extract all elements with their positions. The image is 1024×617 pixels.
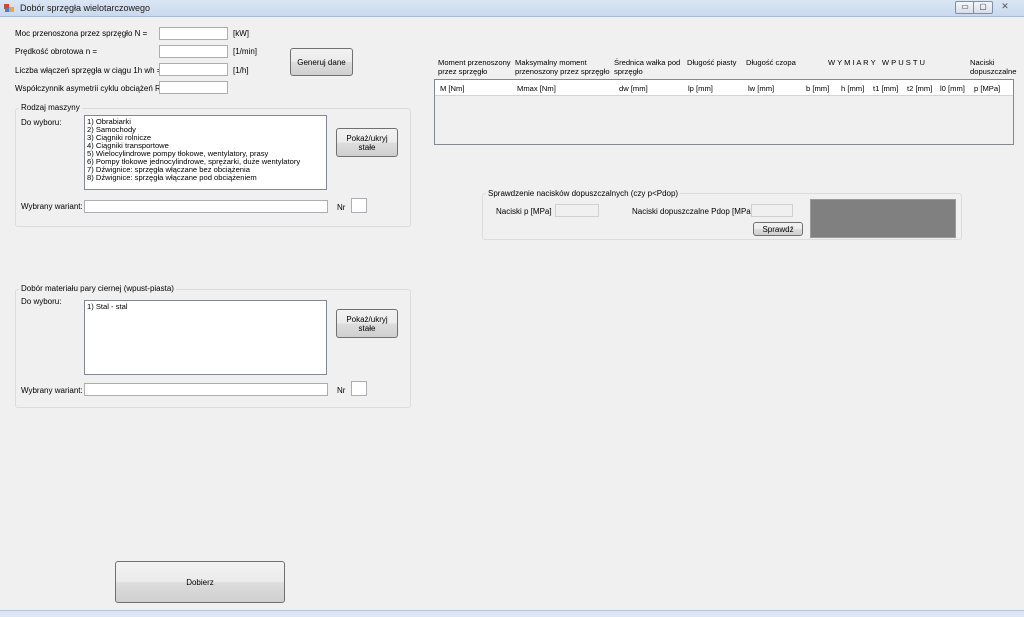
header-moment: Moment przenoszony przez sprzęgło [438, 58, 511, 76]
header-key-dimensions: W Y M I A R Y W P U S T U [828, 58, 925, 67]
asymmetry-label: Współczynnik asymetrii cyklu obciążeń R … [15, 84, 168, 93]
header-hub-length: Długość piasty [687, 58, 737, 67]
header-allowable-pressure: Naciski dopuszczalne [970, 58, 1017, 76]
pressure-check-title: Sprawdzenie nacisków dopuszczalnych (czy… [486, 189, 681, 198]
col-header-m[interactable]: M [Nm] [440, 84, 464, 93]
material-selected-input[interactable] [84, 383, 328, 396]
header-max-moment: Maksymalny moment przenoszony przez sprz… [515, 58, 610, 76]
engagements-label: Liczba włączeń sprzęgła w ciągu 1h wh = [15, 66, 162, 75]
grid-header-row: M [Nm] Mmax [Nm] dw [mm] lp [mm] lw [mm]… [435, 80, 1013, 96]
machine-toggle-constants-button[interactable]: Pokaż/ukryj stałe [336, 128, 398, 157]
machine-nr-label: Nr [337, 203, 346, 212]
material-toggle-constants-button[interactable]: Pokaż/ukryj stałe [336, 309, 398, 338]
check-button[interactable]: Sprawdź [753, 222, 803, 236]
col-header-b[interactable]: b [mm] [806, 84, 829, 93]
material-selected-label: Wybrany wariant: [21, 386, 83, 395]
machine-choose-label: Do wyboru: [21, 118, 62, 127]
close-button[interactable]: ✕ [996, 1, 1014, 12]
pressure-pdop-output [751, 204, 793, 217]
col-header-t1[interactable]: t1 [mm] [873, 84, 898, 93]
restore-button[interactable]: ▢ [973, 1, 993, 14]
minimize-button[interactable]: ▭ [955, 1, 975, 14]
col-header-t2[interactable]: t2 [mm] [907, 84, 932, 93]
app-icon [4, 4, 14, 12]
result-indicator [810, 199, 956, 238]
material-group-title: Dobór materiału pary ciernej (wpust-pias… [19, 284, 176, 293]
col-header-h[interactable]: h [mm] [841, 84, 864, 93]
header-journal-length: Długość czopa [746, 58, 796, 67]
col-header-lp[interactable]: lp [mm] [688, 84, 713, 93]
material-nr-label: Nr [337, 386, 346, 395]
pressure-p-output [555, 204, 599, 217]
power-label: Moc przenoszona przez sprzęgło N = [15, 29, 148, 38]
results-grid[interactable]: M [Nm] Mmax [Nm] dw [mm] lp [mm] lw [mm]… [434, 79, 1014, 145]
col-header-l0[interactable]: l0 [mm] [940, 84, 965, 93]
select-button[interactable]: Dobierz [115, 561, 285, 603]
machine-nr-input[interactable] [351, 198, 367, 213]
machine-selected-label: Wybrany wariant: [21, 202, 83, 211]
list-item[interactable]: 8) Dźwignice: sprzęgła włączane pod obci… [87, 174, 324, 182]
window-title: Dobór sprzęgła wielotarczowego [20, 3, 151, 13]
engagements-input[interactable] [159, 63, 228, 76]
machine-type-group-title: Rodzaj maszyny [19, 103, 82, 112]
material-nr-input[interactable] [351, 381, 367, 396]
col-header-lw[interactable]: lw [mm] [748, 84, 774, 93]
generate-data-button[interactable]: Generuj dane [290, 48, 353, 76]
machine-type-list[interactable]: 1) Obrabiarki 2) Samochody 3) Ciągniki r… [84, 115, 327, 190]
speed-input[interactable] [159, 45, 228, 58]
header-shaft-diameter: Średnica wałka pod sprzęgło [614, 58, 681, 76]
col-header-dw[interactable]: dw [mm] [619, 84, 648, 93]
material-list[interactable]: 1) Stal - stal [84, 300, 327, 375]
title-bar: Dobór sprzęgła wielotarczowego ▭ ▢ ✕ [0, 0, 1024, 17]
speed-unit: [1/min] [233, 47, 258, 56]
speed-label: Prędkość obrotowa n = [15, 47, 98, 56]
material-choose-label: Do wyboru: [21, 297, 62, 306]
pressure-p-label: Naciski p [MPa] [496, 207, 552, 216]
engagements-unit: [1/h] [233, 66, 249, 75]
power-unit: [kW] [233, 29, 249, 38]
pressure-pdop-label: Naciski dopuszczalne Pdop [MPa] [632, 207, 753, 216]
asymmetry-input[interactable] [159, 81, 228, 94]
machine-selected-input[interactable] [84, 200, 328, 213]
list-item[interactable]: 1) Stal - stal [87, 303, 324, 311]
power-input[interactable] [159, 27, 228, 40]
col-header-mmax[interactable]: Mmax [Nm] [517, 84, 556, 93]
col-header-p[interactable]: p [MPa] [974, 84, 1000, 93]
